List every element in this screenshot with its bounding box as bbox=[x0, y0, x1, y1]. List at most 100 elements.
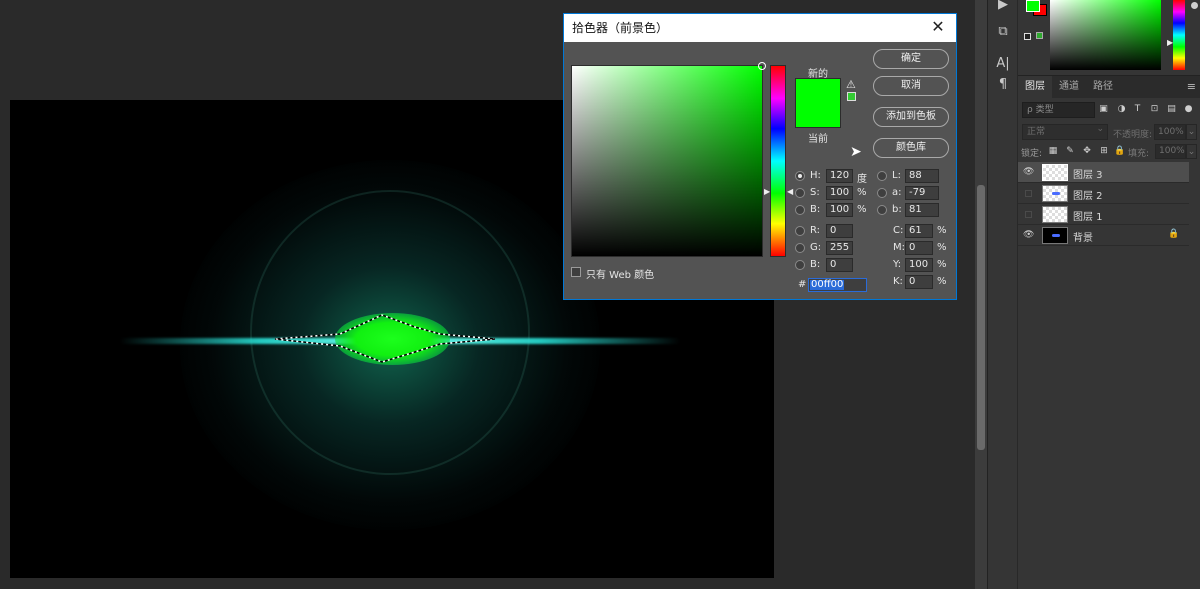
play-icon[interactable]: ▶ bbox=[994, 0, 1012, 14]
black-input[interactable]: 0 bbox=[905, 275, 933, 289]
hue-slider[interactable] bbox=[770, 65, 786, 257]
shape-filter-icon[interactable]: ⊡ bbox=[1149, 104, 1160, 115]
color-libraries-button[interactable]: 颜色库 bbox=[873, 138, 949, 158]
fill-input[interactable]: 100% bbox=[1155, 144, 1186, 159]
fill-chevron-icon[interactable]: ⌄ bbox=[1186, 144, 1197, 159]
lock-image-icon[interactable]: ✎ bbox=[1064, 145, 1076, 158]
hue-pointer-left-icon[interactable]: ▶ bbox=[764, 187, 770, 196]
thumbnail-mark bbox=[1052, 234, 1060, 237]
close-icon[interactable]: ✕ bbox=[930, 18, 946, 36]
opacity-chevron-icon[interactable]: ⌄ bbox=[1186, 124, 1197, 140]
saturation-input[interactable]: 100 bbox=[826, 186, 853, 200]
websafe-swatch[interactable] bbox=[1036, 32, 1043, 39]
tab-paths[interactable]: 路径 bbox=[1086, 76, 1120, 98]
cancel-button[interactable]: 取消 bbox=[873, 76, 949, 96]
layer-thumbnail bbox=[1042, 164, 1068, 181]
layer-name: 图层 2 bbox=[1073, 191, 1103, 202]
red-radio[interactable] bbox=[795, 226, 805, 236]
default-colors-icon[interactable] bbox=[1024, 33, 1031, 40]
scrollbar-thumb[interactable] bbox=[977, 185, 985, 450]
layer-thumbnail bbox=[1042, 227, 1068, 244]
cyan-unit: % bbox=[937, 225, 947, 236]
cyan-label: C: bbox=[893, 225, 904, 236]
blue-radio[interactable] bbox=[795, 260, 805, 270]
layer-row-1[interactable]: 图层 1 bbox=[1018, 204, 1189, 225]
lock-transparent-icon[interactable]: ▦ bbox=[1047, 145, 1059, 158]
color-panel-hue-slider[interactable] bbox=[1173, 0, 1185, 70]
cyan-input[interactable]: 61 bbox=[905, 224, 933, 238]
yellow-unit: % bbox=[937, 259, 947, 270]
brightness-input[interactable]: 100 bbox=[826, 203, 853, 217]
filter-toggle-icon[interactable]: ● bbox=[1183, 104, 1194, 115]
tab-channels[interactable]: 通道 bbox=[1052, 76, 1086, 98]
hue-radio[interactable] bbox=[795, 171, 805, 181]
color-panel-scrollbar[interactable] bbox=[1189, 0, 1200, 70]
ok-button[interactable]: 确定 bbox=[873, 49, 949, 69]
red-input[interactable]: 0 bbox=[826, 224, 853, 238]
blend-row: 正常 不透明度: 100% ⌄ bbox=[1018, 122, 1200, 142]
lock-artboard-icon[interactable]: ⊞ bbox=[1098, 145, 1110, 158]
blend-mode-select[interactable]: 正常 bbox=[1022, 122, 1108, 140]
layer-thumbnail bbox=[1042, 206, 1068, 223]
thumbnail-mark bbox=[1052, 192, 1060, 195]
clone-source-icon[interactable]: ⧉ bbox=[994, 23, 1012, 41]
lab-b-radio[interactable] bbox=[877, 205, 887, 215]
layer-row-3[interactable]: 👁 图层 3 bbox=[1018, 162, 1189, 183]
layer-row-background[interactable]: 👁 背景 🔒 bbox=[1018, 225, 1189, 246]
lab-b-input[interactable]: 81 bbox=[905, 203, 939, 217]
current-color-swatch[interactable] bbox=[795, 103, 841, 128]
layers-scrollbar[interactable] bbox=[1189, 162, 1200, 582]
websafe-color-swatch[interactable] bbox=[847, 92, 856, 101]
layer-name: 图层 1 bbox=[1073, 212, 1103, 223]
lock-position-icon[interactable]: ✥ bbox=[1081, 145, 1093, 158]
foreground-color-swatch[interactable] bbox=[1026, 0, 1040, 12]
saturation-brightness-field[interactable] bbox=[571, 62, 766, 257]
new-color-swatch bbox=[795, 78, 841, 103]
blue-input[interactable]: 0 bbox=[826, 258, 853, 272]
tab-layers[interactable]: 图层 bbox=[1018, 76, 1052, 98]
canvas-scrollbar[interactable] bbox=[975, 0, 987, 589]
mouse-cursor-icon: ➤ bbox=[850, 144, 862, 160]
visibility-toggle-box[interactable] bbox=[1025, 211, 1032, 218]
layer-filter-row: ρ 类型 ▣ ◑ T ⊡ ▤ ● bbox=[1018, 100, 1200, 120]
visibility-toggle-box[interactable] bbox=[1025, 190, 1032, 197]
out-of-gamut-warning-icon[interactable]: ⚠ bbox=[846, 78, 856, 91]
image-filter-icon[interactable]: ▣ bbox=[1098, 104, 1109, 115]
character-icon[interactable]: A| bbox=[994, 55, 1012, 73]
opacity-label: 不透明度: bbox=[1113, 130, 1153, 140]
paragraph-icon[interactable]: ¶ bbox=[994, 76, 1012, 94]
layer-filter-select[interactable]: ρ 类型 bbox=[1022, 102, 1095, 118]
type-filter-icon[interactable]: T bbox=[1132, 104, 1143, 115]
hue-input[interactable]: 120 bbox=[826, 169, 853, 183]
adjustment-filter-icon[interactable]: ◑ bbox=[1116, 104, 1127, 115]
lock-all-icon[interactable]: 🔒 bbox=[1114, 145, 1126, 158]
hex-value: 00ff00 bbox=[810, 279, 845, 290]
opacity-input[interactable]: 100% bbox=[1154, 124, 1186, 140]
hex-input[interactable]: 00ff00 bbox=[808, 278, 867, 292]
layer-row-2[interactable]: 图层 2 bbox=[1018, 183, 1189, 204]
lab-a-radio[interactable] bbox=[877, 188, 887, 198]
scroll-knob[interactable] bbox=[1191, 2, 1198, 9]
green-radio[interactable] bbox=[795, 243, 805, 253]
saturation-radio[interactable] bbox=[795, 188, 805, 198]
layers-list: 👁 图层 3 图层 2 图层 1 👁 背景 🔒 bbox=[1018, 162, 1189, 246]
lab-l-radio[interactable] bbox=[877, 171, 887, 181]
brightness-radio[interactable] bbox=[795, 205, 805, 215]
lab-l-input[interactable]: 88 bbox=[905, 169, 939, 183]
color-cursor[interactable] bbox=[758, 62, 766, 70]
hue-pointer-right-icon[interactable]: ◀ bbox=[787, 187, 793, 196]
panel-menu-icon[interactable]: ≡ bbox=[1187, 76, 1196, 98]
magenta-input[interactable]: 0 bbox=[905, 241, 933, 255]
add-to-swatches-button[interactable]: 添加到色板 bbox=[873, 107, 949, 127]
green-input[interactable]: 255 bbox=[826, 241, 853, 255]
visibility-eye-icon[interactable]: 👁 bbox=[1023, 230, 1034, 241]
visibility-eye-icon[interactable]: 👁 bbox=[1023, 167, 1034, 178]
only-web-colors-checkbox[interactable] bbox=[571, 267, 581, 277]
only-web-colors-label[interactable]: 只有 Web 颜色 bbox=[586, 266, 654, 281]
lab-b-label: b: bbox=[892, 204, 902, 215]
yellow-input[interactable]: 100 bbox=[905, 258, 933, 272]
brightness-unit: % bbox=[857, 204, 867, 215]
smart-object-filter-icon[interactable]: ▤ bbox=[1166, 104, 1177, 115]
color-panel-field[interactable] bbox=[1050, 0, 1161, 70]
lab-a-input[interactable]: -79 bbox=[905, 186, 939, 200]
